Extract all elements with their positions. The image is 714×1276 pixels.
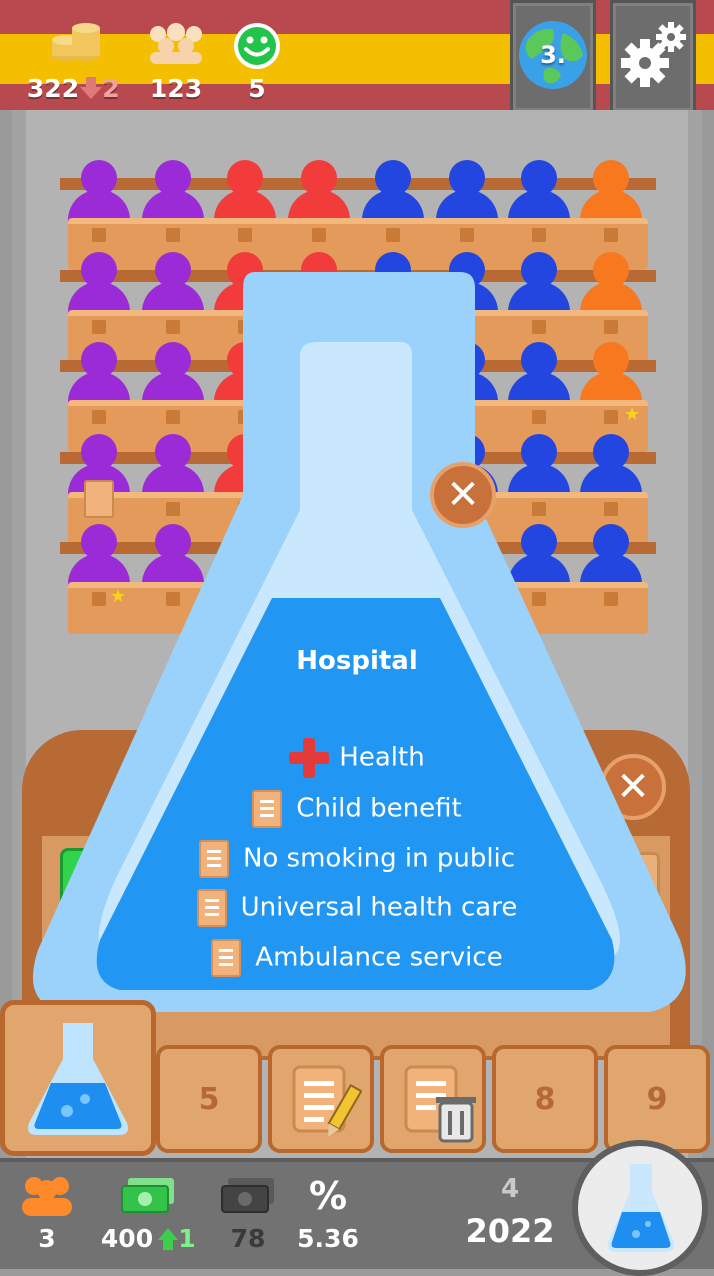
parliament-seat-member[interactable] xyxy=(362,160,424,226)
expenses-value: 78 xyxy=(230,1224,266,1253)
effect-item-child-benefit: Child benefit xyxy=(0,790,714,828)
effect-item-health: Health xyxy=(0,738,714,778)
expenses-money-icon xyxy=(221,1178,274,1213)
delete-document-icon xyxy=(404,1065,476,1143)
rate-value: 5.36 xyxy=(297,1224,359,1253)
bench-peg xyxy=(92,228,106,242)
bench-peg xyxy=(460,228,474,242)
parliament-seat-member[interactable] xyxy=(142,160,204,226)
close-icon: ✕ xyxy=(446,472,480,518)
parliament-seat-member[interactable] xyxy=(68,160,130,226)
percent-icon: % xyxy=(308,1174,348,1218)
flask-icon xyxy=(607,1164,675,1252)
document-icon xyxy=(198,840,229,878)
parliament-seat-member[interactable] xyxy=(508,160,570,226)
effect-label: Ambulance service xyxy=(255,942,503,973)
income-value: 400 xyxy=(100,1224,154,1253)
edit-document-tool-button[interactable] xyxy=(268,1045,374,1153)
bench-peg xyxy=(532,228,546,242)
document-icon xyxy=(211,939,242,977)
parliament-seat-member[interactable] xyxy=(436,160,498,226)
research-action-button[interactable] xyxy=(572,1140,708,1276)
bench-peg xyxy=(312,228,326,242)
effect-item-no-smoking: No smoking in public xyxy=(0,840,714,878)
parliament-seat-member[interactable] xyxy=(288,160,350,226)
quarter-value: 4 xyxy=(500,1174,520,1204)
dialog-close-button[interactable]: ✕ xyxy=(430,462,496,528)
effect-item-ambulance-service: Ambulance service xyxy=(0,939,714,977)
year-value: 2022 xyxy=(465,1212,555,1250)
income-change: 1 xyxy=(178,1224,196,1253)
party-members-icon xyxy=(22,1177,72,1216)
flask-icon xyxy=(28,1023,128,1135)
toolbar-slot-8[interactable]: 8 xyxy=(492,1045,598,1153)
parliament-seat-member[interactable] xyxy=(580,160,642,226)
bench-peg xyxy=(238,228,252,242)
effect-item-universal-health-care: Universal health care xyxy=(0,889,714,927)
toolbar-slot-5[interactable]: 5 xyxy=(156,1045,262,1153)
members-value: 3 xyxy=(38,1224,56,1253)
effect-label: Health xyxy=(339,742,425,773)
research-tool-button[interactable] xyxy=(0,1000,156,1156)
parliament-seat-member[interactable] xyxy=(214,160,276,226)
edit-document-icon xyxy=(292,1065,362,1137)
bench-peg xyxy=(166,228,180,242)
effect-label: No smoking in public xyxy=(242,843,516,874)
document-icon xyxy=(196,889,227,927)
effect-label: Child benefit xyxy=(296,793,462,824)
toolbar-slot-9[interactable]: 9 xyxy=(604,1045,710,1153)
document-icon xyxy=(252,790,283,828)
effect-label: Universal health care xyxy=(240,892,518,923)
arrow-up-icon xyxy=(158,1228,178,1250)
dialog-title: Hospital xyxy=(296,646,418,676)
income-money-icon xyxy=(121,1178,174,1213)
bench-peg xyxy=(604,228,618,242)
delete-document-tool-button[interactable] xyxy=(380,1045,486,1153)
bench-peg xyxy=(386,228,400,242)
health-cross-icon xyxy=(289,738,330,778)
